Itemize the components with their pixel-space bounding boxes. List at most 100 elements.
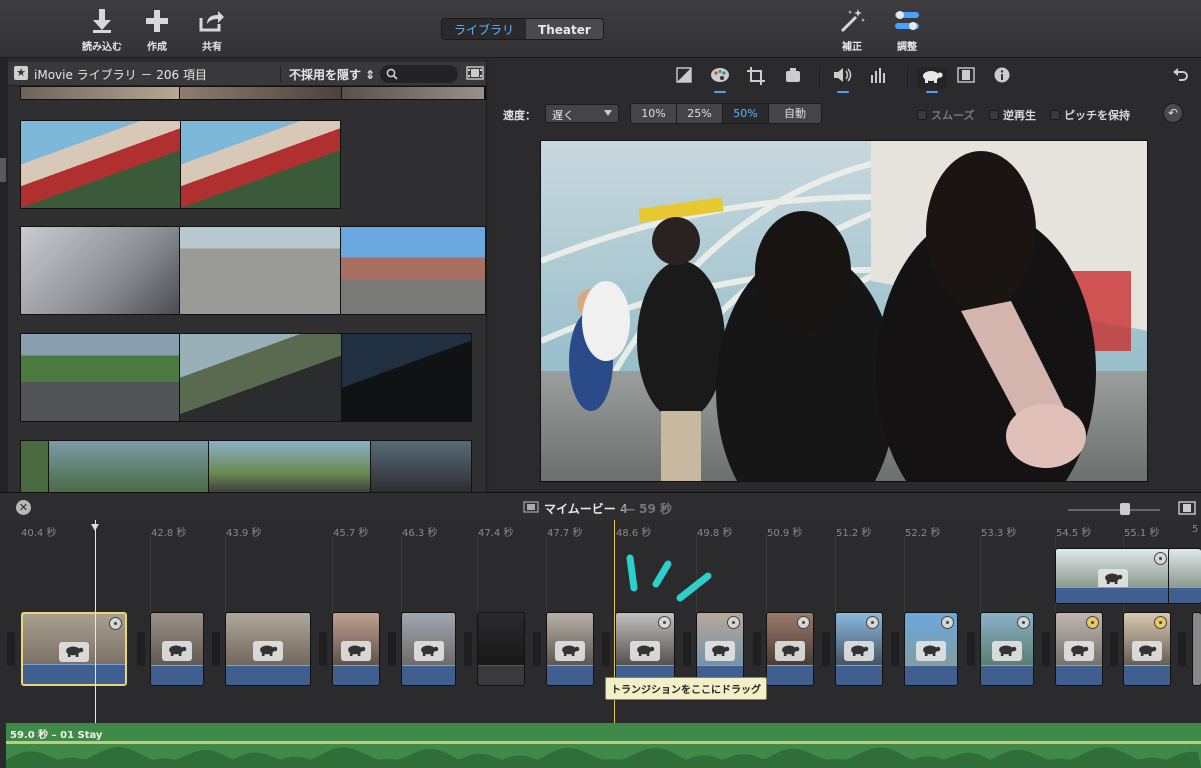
speed-preset-50[interactable]: 50%: [723, 104, 769, 123]
speed-handle[interactable]: [1017, 616, 1030, 629]
create-label: 作成: [147, 42, 167, 53]
speed-reset-button[interactable]: ↶: [1163, 103, 1183, 123]
tab-theater[interactable]: Theater: [526, 19, 603, 39]
transition-slot[interactable]: [212, 632, 220, 666]
transition-slot[interactable]: [891, 632, 899, 666]
crop-button[interactable]: [744, 67, 768, 89]
speed-handle[interactable]: [1086, 616, 1099, 629]
transition-slot[interactable]: [822, 632, 830, 666]
transition-slot[interactable]: [753, 632, 761, 666]
audio-waveform: [6, 741, 1201, 768]
timeline-clip[interactable]: [980, 612, 1034, 686]
transition-slot[interactable]: [464, 632, 472, 666]
clip-audio-bar: [333, 665, 379, 685]
clip-filter-button[interactable]: [954, 67, 978, 89]
volume-button[interactable]: [831, 67, 855, 93]
panel-divider[interactable]: [486, 58, 496, 492]
speed-handle[interactable]: [797, 616, 810, 629]
timeline-clip[interactable]: [401, 612, 456, 686]
library-clip-row[interactable]: [20, 333, 472, 422]
speed-handle[interactable]: [658, 616, 671, 629]
tab-library[interactable]: ライブラリ: [442, 19, 527, 39]
library-header: ★ iMovie ライブラリ － 206 項目 不採用を隠す ⇕: [8, 62, 486, 86]
library-clip-row[interactable]: [20, 86, 486, 100]
transition-slot[interactable]: [319, 632, 327, 666]
timeline-clip[interactable]: [615, 612, 675, 686]
clip-audio-bar: [1124, 665, 1170, 685]
reset-all-button[interactable]: [1169, 67, 1193, 89]
transition-slot[interactable]: [1178, 632, 1186, 666]
timeline-clip[interactable]: [696, 612, 744, 686]
transition-slot[interactable]: [137, 632, 145, 666]
enhance-button[interactable]: 補正: [824, 8, 880, 53]
transition-slot[interactable]: [1042, 632, 1050, 666]
library-browser[interactable]: [8, 86, 486, 492]
video-viewer[interactable]: [540, 140, 1148, 482]
transition-slot[interactable]: [683, 632, 691, 666]
speed-popup[interactable]: 遅く: [545, 104, 619, 123]
color-correction-button[interactable]: [708, 67, 732, 93]
preserve-pitch-checkbox[interactable]: ピッチを保持: [1050, 107, 1130, 123]
timeline-clip-partial[interactable]: [1192, 612, 1201, 686]
speed-handle[interactable]: [866, 616, 879, 629]
clip-info-button[interactable]: [990, 67, 1014, 89]
color-balance-button[interactable]: [672, 67, 696, 89]
drag-hint-marks: [626, 554, 712, 602]
connected-clip[interactable]: [1055, 548, 1171, 604]
timeline-clip[interactable]: [21, 612, 127, 686]
timeline-clip[interactable]: [546, 612, 594, 686]
magic-wand-icon: [824, 8, 880, 36]
speed-handle[interactable]: [941, 616, 954, 629]
library-clip-row[interactable]: [20, 440, 472, 492]
transition-slot[interactable]: [533, 632, 541, 666]
clip-audio-bar: [1056, 665, 1102, 685]
timeline-clip[interactable]: [766, 612, 814, 686]
library-clip-row[interactable]: [20, 226, 486, 315]
speed-handle[interactable]: [1154, 616, 1167, 629]
reverse-label: 逆再生: [1003, 109, 1036, 122]
transition-slot[interactable]: [967, 632, 975, 666]
equalizer-button[interactable]: [867, 67, 891, 89]
filmstrip-settings-icon[interactable]: [466, 66, 484, 80]
library-search-field[interactable]: [380, 65, 458, 83]
close-project-button[interactable]: ✕: [16, 500, 31, 515]
speed-handle[interactable]: [727, 616, 740, 629]
sidebar-handle[interactable]: [0, 158, 6, 182]
stabilization-button[interactable]: [781, 67, 805, 89]
library-clip-row[interactable]: [20, 120, 341, 209]
speed-handle[interactable]: [109, 617, 122, 630]
timeline-clip[interactable]: [225, 612, 311, 686]
sidebar-collapsed-strip[interactable]: [0, 58, 8, 492]
adjust-button[interactable]: 調整: [879, 8, 935, 53]
timeline-clip[interactable]: [150, 612, 204, 686]
timeline-clip[interactable]: [904, 612, 958, 686]
speed-handle[interactable]: [1154, 552, 1167, 565]
filter-popup[interactable]: 不採用を隠す ⇕: [280, 66, 375, 83]
share-button[interactable]: 共有: [184, 8, 240, 53]
active-indicator: [837, 91, 849, 93]
smooth-checkbox[interactable]: スムーズ: [917, 107, 974, 123]
transition-slot[interactable]: [7, 632, 15, 666]
timeline-clip[interactable]: [1123, 612, 1171, 686]
reverse-checkbox[interactable]: 逆再生: [989, 107, 1036, 123]
import-button[interactable]: 読み込む: [74, 8, 130, 53]
timeline-clip[interactable]: [835, 612, 883, 686]
clip-audio-bar: [226, 665, 310, 685]
transition-slot[interactable]: [1110, 632, 1118, 666]
turtle-icon: [413, 641, 444, 661]
speed-preset-25[interactable]: 25%: [677, 104, 723, 123]
speed-preset-10[interactable]: 10%: [631, 104, 677, 123]
timeline-clip-black[interactable]: [477, 612, 525, 686]
create-button[interactable]: 作成: [129, 8, 185, 53]
timeline-clip[interactable]: [332, 612, 380, 686]
zoom-slider-knob[interactable]: [1120, 503, 1130, 515]
transition-slot[interactable]: [602, 632, 610, 666]
timeline-clip[interactable]: [1055, 612, 1103, 686]
transition-slot[interactable]: [388, 632, 396, 666]
timeline-zoom-slider[interactable]: [1068, 503, 1160, 515]
speed-button[interactable]: [917, 67, 947, 93]
connected-clip[interactable]: [1168, 548, 1201, 604]
background-music-track[interactable]: 59.0 秒 – 01 Stay: [6, 723, 1201, 768]
timeline-settings-icon[interactable]: [1178, 501, 1196, 515]
speed-preset-auto[interactable]: 自動: [769, 104, 821, 123]
